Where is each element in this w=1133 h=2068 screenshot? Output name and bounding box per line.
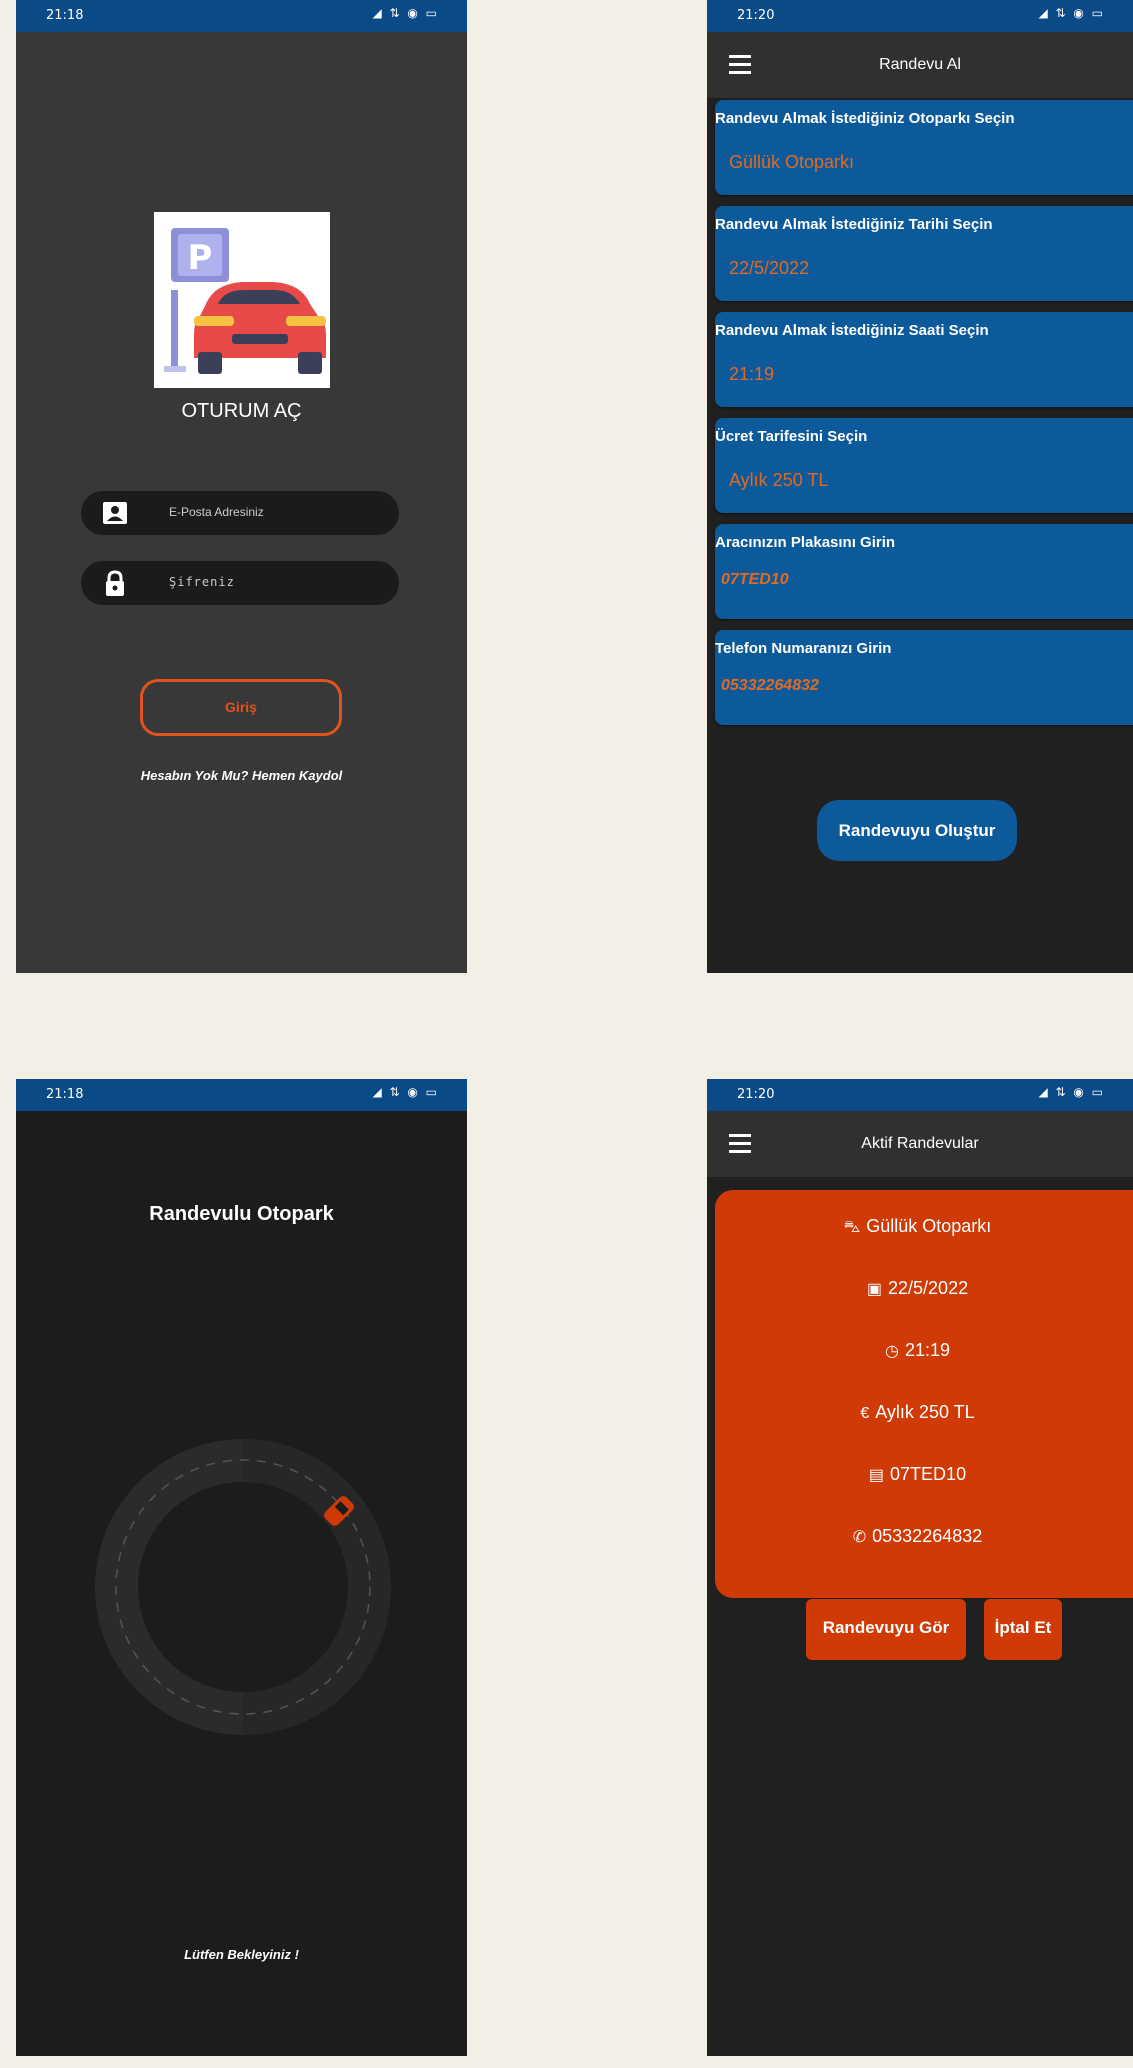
app-bar-title: Aktif Randevular <box>861 1135 979 1152</box>
create-appointment-button[interactable]: Randevuyu Oluştur <box>817 800 1017 861</box>
clock-icon: ◷ <box>884 1343 899 1360</box>
field-label: Randevu Almak İstediğiniz Tarihi Seçin <box>715 216 993 233</box>
tariff-row: € Aylık 250 TL <box>715 1402 1120 1423</box>
appointment-card: ⛍ Güllük Otoparkı ▣ 22/5/2022 ◷ 21:19 € Aylı… <box>715 1190 1133 1598</box>
status-bar: 21:20 ◢ ⇅ ◉ ▭ <box>707 1079 1133 1111</box>
status-icons: ◢ ⇅ ◉ ▭ <box>1038 6 1105 20</box>
time-row: ◷ 21:19 <box>715 1340 1120 1361</box>
appointment-time: 21:19 <box>904 1340 950 1360</box>
phone-icon: ✆ <box>852 1529 867 1546</box>
status-bar: 21:18 ◢ ⇅ ◉ ▭ <box>16 1079 467 1111</box>
login-screen: 21:18 ◢ ⇅ ◉ ▭ P OTURUM AÇ E-Posta Adresi… <box>16 0 467 973</box>
status-time: 21:20 <box>737 8 775 23</box>
calendar-icon: ▣ <box>866 1281 883 1298</box>
phone-input[interactable]: 05332264832 <box>721 677 819 695</box>
field-value: Güllük Otoparkı <box>729 152 855 172</box>
parking-name: Güllük Otoparkı <box>866 1216 992 1236</box>
parking-row: ⛍ Güllük Otoparkı <box>715 1216 1120 1238</box>
appointment-date: 22/5/2022 <box>888 1278 969 1298</box>
status-bar: 21:18 ◢ ⇅ ◉ ▭ <box>16 0 467 32</box>
app-bar: Aktif Randevular <box>707 1111 1133 1177</box>
field-value: 22/5/2022 <box>729 258 810 278</box>
password-field[interactable]: Şifreniz <box>81 561 399 605</box>
status-time: 21:18 <box>46 1087 84 1102</box>
loading-message: Lütfen Bekleyiniz ! <box>184 1947 299 1962</box>
status-icons: ◢ ⇅ ◉ ▭ <box>372 1085 439 1099</box>
email-field[interactable]: E-Posta Adresiniz <box>81 491 399 535</box>
page-title: OTURUM AÇ <box>181 400 302 422</box>
field-value: 21:19 <box>729 364 775 384</box>
field-label: Randevu Almak İstediğiniz Otoparkı Seçin <box>715 110 1015 127</box>
field-label: Aracınızın Plakasını Girin <box>715 534 896 551</box>
password-placeholder: Şifreniz <box>169 575 235 589</box>
status-time: 21:18 <box>46 8 84 23</box>
field-label: Telefon Numaranızı Girin <box>715 640 892 657</box>
date-row: ▣ 22/5/2022 <box>715 1278 1120 1299</box>
parking-select-card[interactable]: Randevu Almak İstediğiniz Otoparkı Seçin… <box>715 100 1133 195</box>
loading-screen: 21:18 ◢ ⇅ ◉ ▭ Randevulu Otopark Lütfen B… <box>16 1079 467 2056</box>
field-label: Randevu Almak İstediğiniz Saati Seçin <box>715 322 989 339</box>
cancel-appointment-button[interactable]: İptal Et <box>984 1599 1062 1660</box>
status-bar: 21:20 ◢ ⇅ ◉ ▭ <box>707 0 1133 32</box>
active-appointments-screen: 21:20 ◢ ⇅ ◉ ▭ Aktif Randevular ⛍ Güllük O… <box>707 1079 1133 2056</box>
status-icons: ◢ ⇅ ◉ ▭ <box>1038 1085 1105 1099</box>
svg-text:P: P <box>188 238 213 278</box>
email-placeholder: E-Posta Adresiniz <box>169 505 264 519</box>
tariff-select-card[interactable]: Ücret Tarifesini Seçin Aylık 250 TL <box>715 418 1133 513</box>
plate-row: ▤ 07TED10 <box>715 1464 1120 1485</box>
plate-input-card[interactable]: Aracınızın Plakasını Girin 07TED10 <box>715 524 1133 619</box>
app-bar-title: Randevu Al <box>879 56 961 73</box>
field-label: Ücret Tarifesini Seçin <box>715 428 868 445</box>
loading-track-spinner <box>95 1439 391 1735</box>
plate-input[interactable]: 07TED10 <box>721 571 789 589</box>
date-select-card[interactable]: Randevu Almak İstediğiniz Tarihi Seçin 2… <box>715 206 1133 301</box>
status-icons: ◢ ⇅ ◉ ▭ <box>372 6 439 20</box>
appointment-tariff: Aylık 250 TL <box>875 1402 975 1422</box>
lock-icon <box>101 569 129 597</box>
parking-car-logo: P <box>154 212 330 388</box>
register-link[interactable]: Hesabın Yok Mu? Hemen Kaydol <box>16 768 467 783</box>
view-appointment-button[interactable]: Randevuyu Gör <box>806 1599 966 1660</box>
status-time: 21:20 <box>737 1087 775 1102</box>
euro-icon: € <box>860 1405 870 1422</box>
phone-input-card[interactable]: Telefon Numaranızı Girin 05332264832 <box>715 630 1133 725</box>
appointment-phone: 05332264832 <box>872 1526 983 1546</box>
phone-row: ✆ 05332264832 <box>715 1526 1120 1547</box>
login-button[interactable]: Giriş <box>140 679 342 736</box>
page-title: Randevulu Otopark <box>149 1203 334 1225</box>
time-select-card[interactable]: Randevu Almak İstediğiniz Saati Seçin 21… <box>715 312 1133 407</box>
parking-icon: ⛍ <box>843 1219 861 1236</box>
field-value: Aylık 250 TL <box>729 470 829 490</box>
appointment-plate: 07TED10 <box>890 1464 967 1484</box>
app-bar: Randevu Al <box>707 32 1133 98</box>
car-icon: ▤ <box>868 1467 885 1484</box>
contact-card-icon <box>101 499 129 527</box>
appointment-form-screen: 21:20 ◢ ⇅ ◉ ▭ Randevu Al Randevu Almak İ… <box>707 0 1133 973</box>
